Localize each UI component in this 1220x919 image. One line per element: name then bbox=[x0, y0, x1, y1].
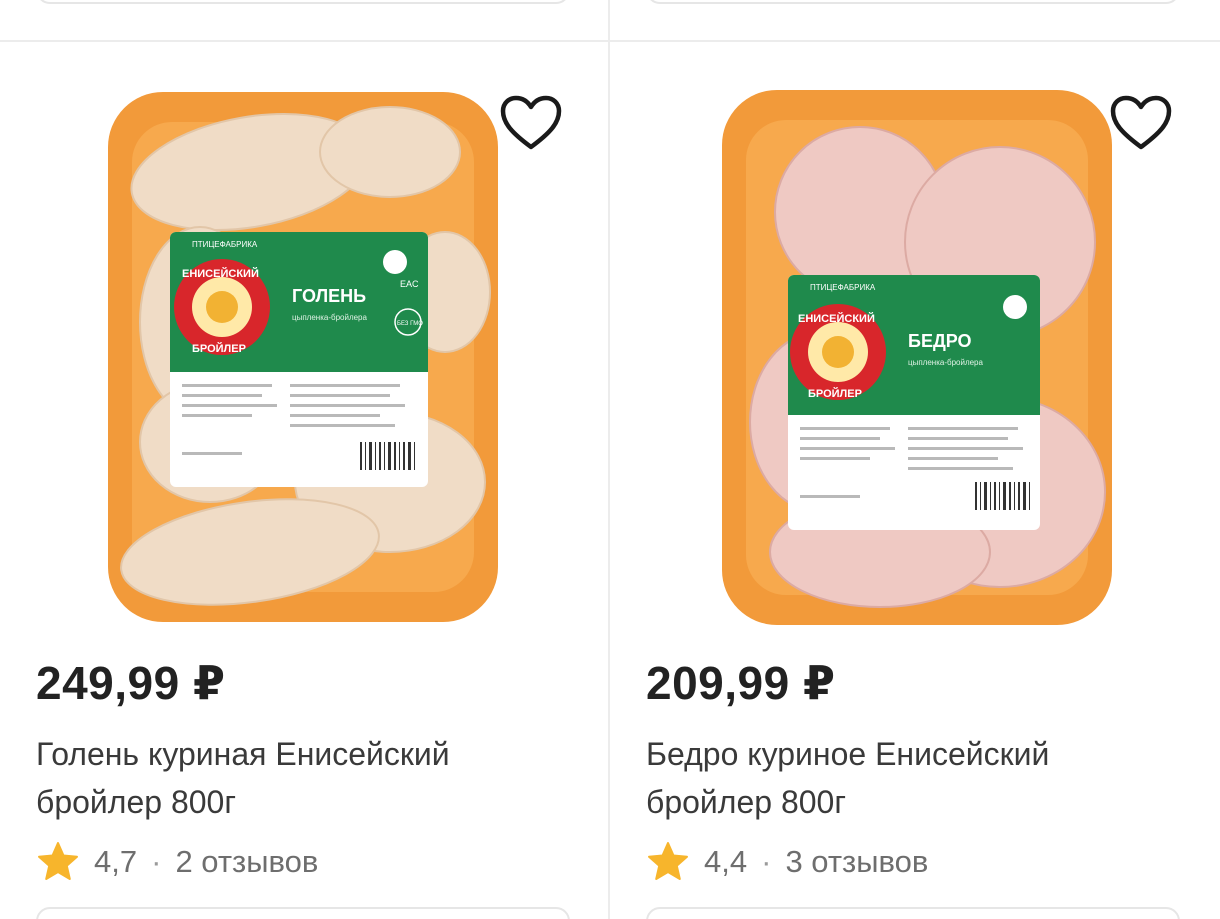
product-image[interactable]: ПТИЦЕФАБРИКА ЕНИСЕЙСКИЙ БРОЙЛЕР БЕДРО цы… bbox=[670, 62, 1170, 632]
label-brand-text: ЕНИСЕЙСКИЙ bbox=[182, 267, 259, 280]
label-brand2-text: БРОЙЛЕР bbox=[192, 342, 246, 355]
label-product-name: ГОЛЕНЬ bbox=[292, 286, 366, 306]
rating-separator: · bbox=[761, 844, 772, 879]
label-brand2-text: БРОЙЛЕР bbox=[808, 387, 862, 400]
favorite-button[interactable] bbox=[1108, 92, 1174, 154]
product-card[interactable]: ПТИЦЕФАБРИКА ЕНИСЕЙСКИЙ БРОЙЛЕР БЕДРО цы… bbox=[610, 42, 1218, 919]
product-card[interactable]: ПТИЦЕФАБРИКА ЕНИСЕЙСКИЙ БРОЙЛЕР ГОЛЕНЬ ц… bbox=[0, 42, 608, 919]
gmo-badge: БЕЗ ГМО bbox=[397, 321, 423, 327]
rating-value: 4,7 bbox=[94, 844, 138, 879]
rating-separator: · bbox=[151, 844, 162, 879]
reviews-count: 3 отзывов bbox=[785, 844, 929, 879]
previous-card-button[interactable] bbox=[36, 0, 570, 4]
product-price: 209,99 ₽ bbox=[646, 657, 836, 709]
product-rating[interactable]: 4,4 · 3 отзывов bbox=[646, 838, 928, 886]
label-sub-text: цыпленка-бройлера bbox=[908, 358, 984, 367]
product-price: 249,99 ₽ bbox=[36, 657, 226, 709]
label-brand-text: ЕНИСЕЙСКИЙ bbox=[798, 312, 875, 325]
add-to-cart-button[interactable] bbox=[36, 907, 570, 919]
star-icon bbox=[38, 842, 78, 880]
product-rating[interactable]: 4,7 · 2 отзывов bbox=[36, 838, 318, 886]
label-product-name: БЕДРО bbox=[908, 331, 972, 351]
previous-card-button[interactable] bbox=[646, 0, 1180, 4]
quality-seal bbox=[383, 250, 407, 274]
label-sub-text: цыпленка-бройлера bbox=[292, 313, 368, 322]
product-grid: ПТИЦЕФАБРИКА ЕНИСЕЙСКИЙ БРОЙЛЕР ГОЛЕНЬ ц… bbox=[0, 0, 1220, 919]
product-image[interactable]: ПТИЦЕФАБРИКА ЕНИСЕЙСКИЙ БРОЙЛЕР ГОЛЕНЬ ц… bbox=[60, 62, 560, 632]
star-icon bbox=[648, 842, 688, 880]
add-to-cart-button[interactable] bbox=[646, 907, 1180, 919]
rating-value: 4,4 bbox=[704, 844, 748, 879]
favorite-button[interactable] bbox=[498, 92, 564, 154]
label-top-text: ПТИЦЕФАБРИКА bbox=[192, 240, 258, 249]
reviews-count: 2 отзывов bbox=[175, 844, 319, 879]
label-top-text: ПТИЦЕФАБРИКА bbox=[810, 283, 876, 292]
quality-seal bbox=[1003, 295, 1027, 319]
product-title[interactable]: Голень куриная Енисейский бройлер 800г bbox=[36, 730, 556, 826]
eac-badge: EAC bbox=[400, 279, 419, 289]
heart-outline-icon bbox=[500, 95, 562, 150]
heart-outline-icon bbox=[1110, 95, 1172, 150]
product-title[interactable]: Бедро куриное Енисейский бройлер 800г bbox=[646, 730, 1166, 826]
